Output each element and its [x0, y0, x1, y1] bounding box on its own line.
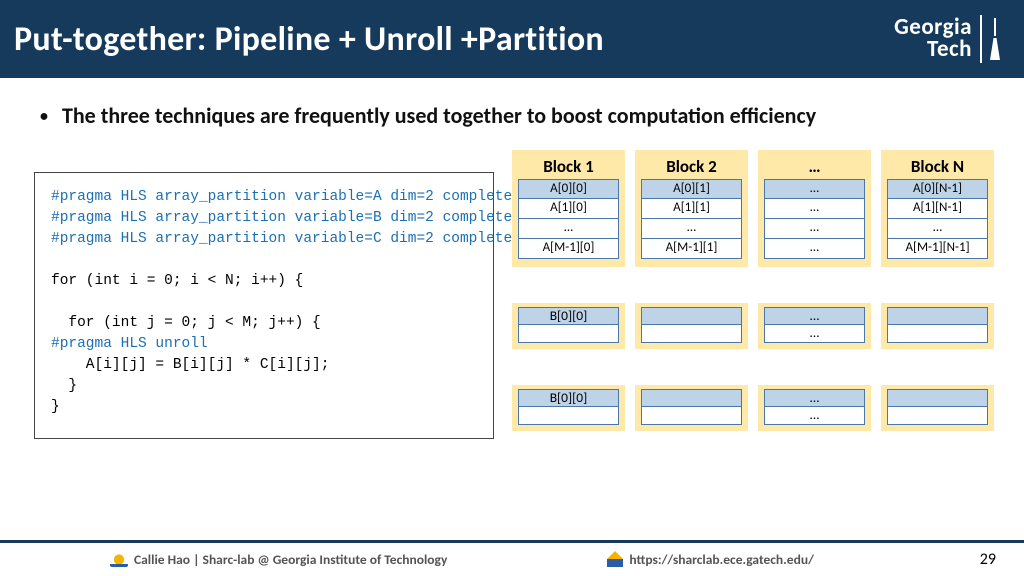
slide-header: Put-together: Pipeline + Unroll +Partiti…	[0, 0, 1024, 78]
block-n: Block N A[0][N-1] A[1][N-1] … A[M-1][N-1…	[881, 150, 994, 267]
bullet-text: The three techniques are frequently used…	[62, 102, 816, 129]
b-block-ellipsis: … …	[758, 303, 871, 349]
bullet-dot-icon: •	[40, 102, 48, 132]
code-listing: #pragma HLS array_partition variable=A d…	[34, 172, 494, 439]
bee-icon	[110, 553, 128, 567]
c-block-1: B[0][0]	[512, 385, 625, 431]
b-block-2	[635, 303, 748, 349]
b-block-1: B[0][0]	[512, 303, 625, 349]
slide-footer: Callie Hao | Sharc-lab @ Georgia Institu…	[0, 540, 1024, 576]
c-block-2	[635, 385, 748, 431]
blocks-row-b: B[0][0] … …	[512, 303, 994, 349]
blocks-row-c: B[0][0] … …	[512, 385, 994, 431]
block-2: Block 2 A[0][1] A[1][1] … A[M-1][1]	[635, 150, 748, 267]
main-bullet: • The three techniques are frequently us…	[40, 102, 994, 132]
c-block-ellipsis: … …	[758, 385, 871, 431]
slide-title: Put-together: Pipeline + Unroll +Partiti…	[14, 19, 604, 60]
c-block-n	[881, 385, 994, 431]
block-ellipsis: … … … … …	[758, 150, 871, 267]
home-icon	[607, 553, 623, 567]
logo-tower-icon	[990, 18, 1000, 60]
logo-divider	[980, 15, 982, 63]
footer-link: https://sharclab.ece.gatech.edu/	[607, 551, 814, 568]
logo-line2: Tech	[894, 39, 972, 61]
block-1: Block 1 A[0][0] A[1][0] … A[M-1][0]	[512, 150, 625, 267]
blocks-row-a: Block 1 A[0][0] A[1][0] … A[M-1][0] Bloc…	[512, 150, 994, 267]
b-block-n	[881, 303, 994, 349]
footer-author: Callie Hao | Sharc-lab @ Georgia Institu…	[110, 551, 447, 568]
gatech-logo: Georgia Tech	[894, 15, 1000, 63]
page-number: 29	[980, 550, 996, 569]
